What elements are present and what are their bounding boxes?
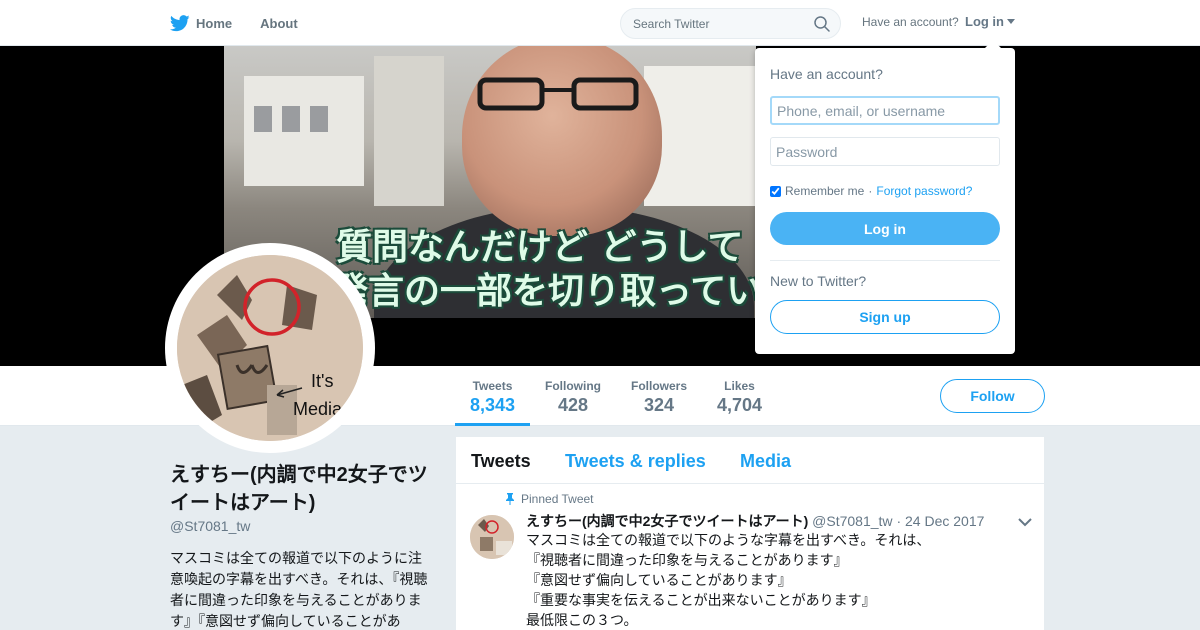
tweet-date[interactable]: 24 Dec 2017 — [905, 513, 984, 529]
password-field[interactable] — [770, 137, 1000, 166]
tab-tweets-replies[interactable]: Tweets & replies — [565, 451, 706, 472]
subtitle-line-2: 発言の一部を切り取っている — [332, 271, 756, 312]
avatar-caption-line1: It's — [311, 371, 333, 391]
tweet-text: マスコミは全ての報道で以下のような字幕を出すべき。それは、 『視聴者に間違った印… — [526, 530, 1006, 630]
stat-following[interactable]: Following 428 — [540, 366, 606, 426]
avatar-illustration: It's Media — [177, 255, 363, 441]
search-input[interactable] — [621, 9, 801, 38]
tweet-header: えすちー(内調で中2女子でツイートはアート) @St7081_tw · 24 D… — [526, 511, 984, 531]
pin-icon — [506, 493, 514, 505]
pinned-tweet-label: Pinned Tweet — [505, 492, 594, 506]
building-shape — [374, 56, 444, 206]
stat-value: 324 — [643, 395, 675, 415]
stat-followers[interactable]: Followers 324 — [626, 366, 692, 426]
dropdown-divider — [770, 260, 1000, 261]
login-dropdown: Have an account? Remember me · Forgot pa… — [755, 40, 1015, 354]
remember-me-label[interactable]: Remember me — [785, 184, 864, 198]
remember-separator: · — [868, 184, 873, 198]
building-window — [310, 106, 328, 132]
forgot-password-link[interactable]: Forgot password? — [876, 184, 972, 198]
profile-avatar[interactable]: It's Media — [165, 243, 375, 453]
tab-tweets[interactable]: Tweets — [471, 451, 531, 472]
search-icon[interactable] — [814, 16, 830, 32]
building-window — [254, 106, 272, 132]
search-box — [620, 8, 841, 39]
tweet-text-line: 『視聴者に間違った印象を与えることがあります』 — [526, 552, 848, 568]
stat-tweets[interactable]: Tweets 8,343 — [455, 366, 530, 426]
profile-bio: マスコミは全ての報道で以下のように注意喚起の字幕を出すべき。それは、『視聴者に間… — [170, 550, 428, 629]
stat-label: Likes — [724, 379, 755, 393]
tweet-text-line: 『意図せず偏向していることがあります』 — [526, 572, 792, 588]
nav-home-label: Home — [196, 15, 233, 31]
stat-value: 4,704 — [716, 395, 763, 415]
pinned-label-text: Pinned Tweet — [521, 492, 594, 506]
tweet-avatar-illustration — [470, 515, 514, 559]
username-field[interactable] — [770, 96, 1000, 125]
signup-button[interactable]: Sign up — [770, 300, 1000, 334]
timeline: Tweets Tweets & replies Media Pinned Twe… — [456, 437, 1044, 630]
nav-home[interactable]: Home — [170, 0, 232, 46]
nav-about-label: About — [260, 15, 298, 31]
top-nav-bar: Home About Have an account? Log in — [0, 0, 1200, 46]
new-to-twitter-text: New to Twitter? — [770, 273, 867, 289]
tweet-separator: · — [896, 513, 902, 529]
tab-media[interactable]: Media — [740, 451, 791, 472]
dropdown-title: Have an account? — [770, 66, 883, 82]
caret-down-icon — [1007, 19, 1015, 24]
tweet-avatar[interactable] — [470, 515, 514, 559]
tweet-text-line: 『重要な事実を伝えることが出来ないことがあります』 — [526, 592, 876, 608]
nav-about[interactable]: About — [260, 0, 298, 46]
chevron-down-icon[interactable] — [1018, 517, 1032, 527]
building-window — [282, 106, 300, 132]
login-link-label: Log in — [965, 14, 1004, 29]
dropdown-arrow — [985, 40, 1001, 48]
stat-likes[interactable]: Likes 4,704 — [712, 366, 767, 426]
tweet-text-line: 最低限この３つ。 — [526, 612, 638, 628]
tweet-author-name[interactable]: えすちー(内調で中2女子でツイートはアート) — [526, 513, 808, 529]
stat-label: Followers — [630, 379, 687, 393]
tweet-text-line: マスコミは全ての報道で以下のような字幕を出すべき。それは、 — [526, 532, 931, 548]
tweet-author-handle[interactable]: @St7081_tw — [812, 513, 892, 529]
stat-label: Following — [545, 379, 601, 393]
stat-label: Tweets — [472, 379, 513, 393]
profile-name[interactable]: えすちー(内調で中2女子でツイートはアート) — [170, 461, 440, 517]
avatar-image: It's Media — [177, 255, 363, 441]
timeline-tabs: Tweets Tweets & replies Media — [456, 437, 1044, 484]
glasses-shape — [477, 77, 639, 111]
login-button[interactable]: Log in — [770, 212, 1000, 245]
stat-value: 8,343 — [469, 395, 516, 415]
follow-button[interactable]: Follow — [940, 379, 1045, 413]
remember-row: Remember me · Forgot password? — [770, 184, 972, 198]
twitter-bird-icon — [170, 14, 190, 31]
stat-value: 428 — [557, 395, 589, 415]
login-menu-toggle[interactable]: Log in — [965, 14, 1015, 29]
nav-left: Home About — [170, 0, 326, 46]
remember-me-checkbox[interactable] — [770, 185, 781, 197]
profile-handle[interactable]: @St7081_tw — [170, 518, 250, 534]
have-account-text: Have an account? — [862, 15, 959, 29]
avatar-caption-line2: Media — [293, 399, 343, 419]
